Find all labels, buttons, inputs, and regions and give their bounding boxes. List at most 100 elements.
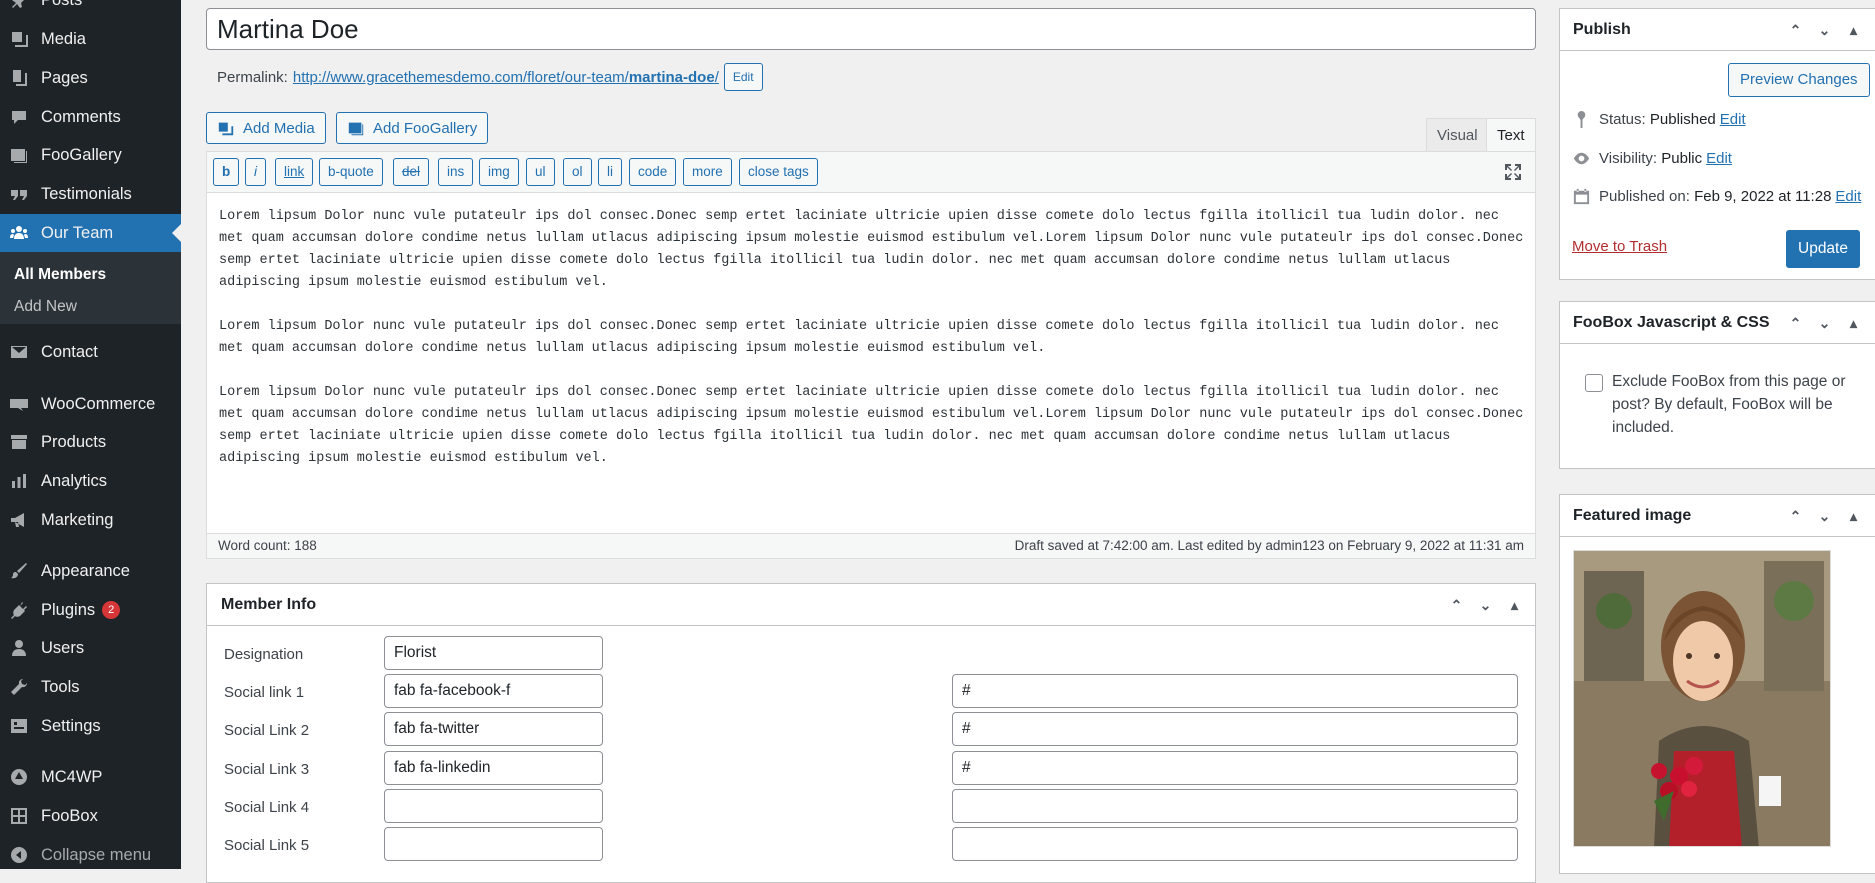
qt-bquote-button[interactable]: b-quote	[319, 158, 383, 186]
move-to-trash-link[interactable]: Move to Trash	[1572, 238, 1667, 255]
menu-media[interactable]: Media	[0, 20, 181, 58]
qt-ol-button[interactable]: ol	[563, 158, 592, 186]
menu-mc4wp[interactable]: MC4WP	[0, 758, 181, 796]
collapse-toggle-icon[interactable]: ▴	[1839, 9, 1868, 51]
editor-content-textarea[interactable]: Lorem lipsum Dolor nunc vule putateulr i…	[219, 206, 1524, 492]
social-icon-input[interactable]	[384, 827, 603, 861]
tab-text[interactable]: Text	[1486, 118, 1536, 152]
menu-contact[interactable]: Contact	[0, 333, 181, 371]
menu-tools[interactable]: Tools	[0, 668, 181, 706]
fullscreen-icon[interactable]	[1503, 162, 1523, 182]
permalink-row: Permalink: http://www.gracethemesdemo.co…	[217, 63, 763, 91]
permalink-link[interactable]: http://www.gracethemesdemo.com/floret/ou…	[293, 69, 719, 86]
published-value: Feb 9, 2022 at 11:28	[1694, 188, 1832, 205]
featured-image-header: Featured image ⌃ ⌄ ▴	[1560, 495, 1875, 537]
menu-users[interactable]: Users	[0, 629, 181, 667]
edit-status-link[interactable]: Edit	[1720, 111, 1746, 128]
eye-icon	[1573, 152, 1590, 165]
preview-changes-button[interactable]: Preview Changes	[1728, 63, 1870, 97]
qt-close-tags-button[interactable]: close tags	[739, 158, 818, 186]
menu-foobox[interactable]: FooBox	[0, 797, 181, 835]
collapse-toggle-icon[interactable]: ▴	[1500, 584, 1529, 626]
qt-more-button[interactable]: more	[683, 158, 732, 186]
menu-appearance[interactable]: Appearance	[0, 552, 181, 590]
social-url-input[interactable]: #	[952, 712, 1518, 746]
menu-label: FooGallery	[41, 145, 122, 164]
move-up-icon[interactable]: ⌃	[1781, 9, 1810, 51]
qt-italic-button[interactable]: i	[245, 158, 266, 186]
menu-testimonials[interactable]: Testimonials	[0, 175, 181, 213]
social-icon-input[interactable]: fab fa-linkedin	[384, 751, 603, 785]
social-icon-input[interactable]: fab fa-twitter	[384, 712, 603, 746]
pages-icon	[8, 67, 30, 89]
social-url-input[interactable]	[952, 827, 1518, 861]
qt-bold-button[interactable]: b	[213, 158, 240, 186]
move-down-icon[interactable]: ⌄	[1810, 9, 1839, 51]
designation-label: Designation	[224, 646, 304, 663]
visibility-label: Visibility:	[1599, 150, 1658, 167]
menu-comments[interactable]: Comments	[0, 98, 181, 136]
visibility-row: Visibility: Public Edit	[1572, 149, 1732, 168]
qt-ins-button[interactable]: ins	[438, 158, 474, 186]
post-title-input[interactable]: Martina Doe	[206, 8, 1536, 50]
menu-our-team[interactable]: Our Team	[0, 214, 181, 252]
social-icon-input[interactable]	[384, 789, 603, 823]
status-label: Status:	[1599, 111, 1646, 128]
menu-marketing[interactable]: Marketing	[0, 501, 181, 539]
menu-posts[interactable]: Posts	[0, 0, 181, 19]
menu-label: Posts	[41, 0, 82, 10]
qt-img-button[interactable]: img	[479, 158, 519, 186]
menu-pages[interactable]: Pages	[0, 59, 181, 97]
submenu-all-members[interactable]: All Members	[14, 266, 106, 284]
qt-code-button[interactable]: code	[629, 158, 677, 186]
draft-status: Draft saved at 7:42:00 am. Last edited b…	[1014, 538, 1524, 553]
move-down-icon[interactable]: ⌄	[1810, 495, 1839, 537]
exclude-foobox-checkbox[interactable]	[1585, 374, 1603, 392]
collapse-toggle-icon[interactable]: ▴	[1839, 495, 1868, 537]
add-media-button[interactable]: Add Media	[206, 112, 326, 144]
our-team-submenu: All Members Add New	[0, 252, 181, 324]
menu-settings[interactable]: Settings	[0, 707, 181, 745]
move-down-icon[interactable]: ⌄	[1810, 302, 1839, 344]
archive-icon	[8, 431, 30, 453]
status-row: Status: Published Edit	[1572, 110, 1746, 129]
permalink-label: Permalink:	[217, 68, 288, 86]
social-url-input[interactable]: #	[952, 674, 1518, 708]
menu-label: Testimonials	[41, 184, 132, 203]
publish-title: Publish	[1573, 21, 1631, 38]
social-url-input[interactable]: #	[952, 751, 1518, 785]
menu-plugins[interactable]: Plugins 2	[0, 591, 181, 629]
edit-date-link[interactable]: Edit	[1835, 188, 1861, 205]
tab-visual[interactable]: Visual	[1426, 118, 1489, 152]
menu-label: FooBox	[41, 806, 98, 825]
menu-label: Media	[41, 29, 86, 48]
collapse-toggle-icon[interactable]: ▴	[1839, 302, 1868, 344]
move-up-icon[interactable]: ⌃	[1442, 584, 1471, 626]
social-icon-input[interactable]: fab fa-facebook-f	[384, 674, 603, 708]
move-up-icon[interactable]: ⌃	[1781, 495, 1810, 537]
exclude-foobox-label: Exclude FooBox from this page or post? B…	[1612, 373, 1846, 436]
box-controls: ⌃ ⌄ ▴	[1781, 495, 1868, 537]
qt-link-button[interactable]: link	[275, 158, 314, 186]
menu-foogallery[interactable]: FooGallery	[0, 136, 181, 174]
designation-input[interactable]: Florist	[384, 636, 603, 670]
update-button[interactable]: Update	[1786, 230, 1860, 268]
edit-visibility-link[interactable]: Edit	[1706, 150, 1732, 167]
social-url-input[interactable]	[952, 789, 1518, 823]
menu-analytics[interactable]: Analytics	[0, 462, 181, 500]
collapse-menu-button[interactable]: Collapse menu	[0, 836, 181, 874]
qt-li-button[interactable]: li	[598, 158, 622, 186]
featured-image-thumbnail[interactable]	[1573, 550, 1831, 847]
qt-ul-button[interactable]: ul	[526, 158, 555, 186]
move-up-icon[interactable]: ⌃	[1781, 302, 1810, 344]
foobox-icon	[8, 805, 30, 827]
menu-label: Products	[41, 432, 107, 451]
permalink-edit-button[interactable]: Edit	[723, 63, 763, 91]
move-down-icon[interactable]: ⌄	[1471, 584, 1500, 626]
submenu-add-new[interactable]: Add New	[14, 298, 77, 316]
add-foogallery-button[interactable]: Add FooGallery	[336, 112, 489, 144]
qt-del-button[interactable]: del	[393, 158, 430, 186]
menu-products[interactable]: Products	[0, 423, 181, 461]
add-media-label: Add Media	[243, 119, 315, 137]
menu-woocommerce[interactable]: WooCommerce	[0, 385, 181, 423]
